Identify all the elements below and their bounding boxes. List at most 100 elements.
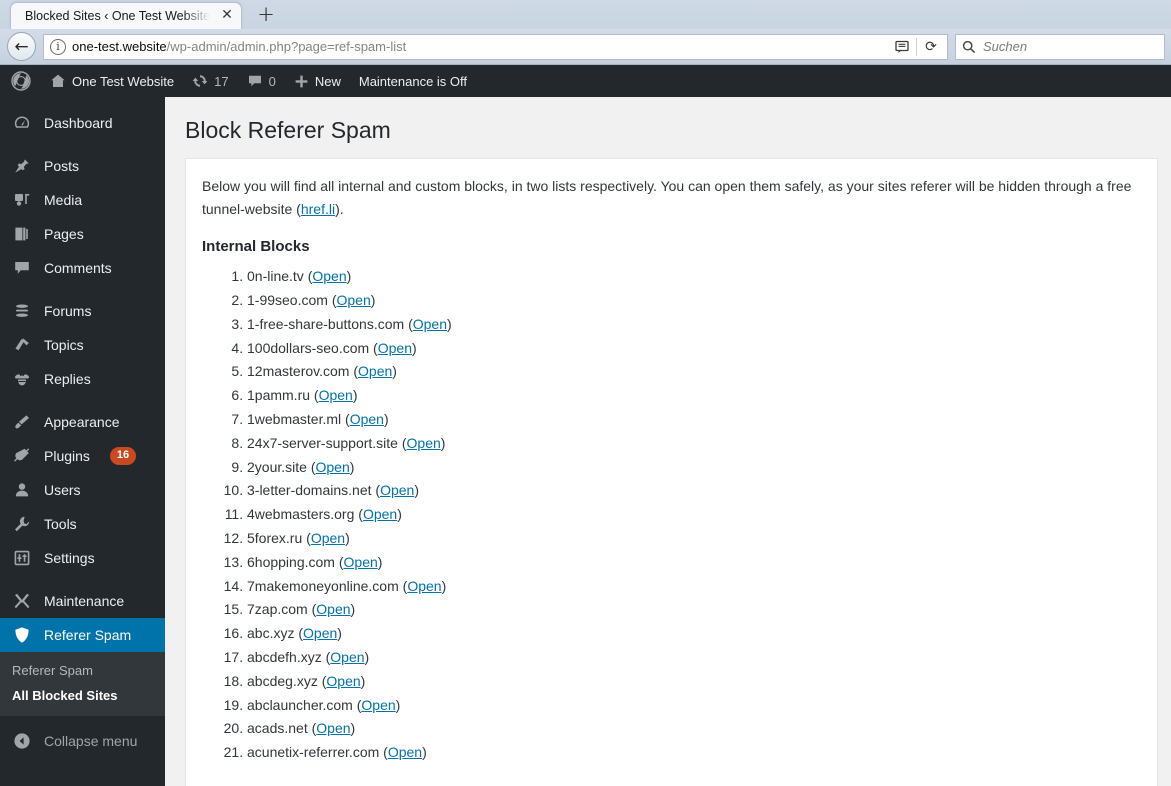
new-tab-icon[interactable]: + (254, 4, 278, 26)
sidebar-item-posts[interactable]: Posts (0, 149, 165, 183)
browser-chrome: Blocked Sites ‹ One Test Website ✕ + ← i… (0, 0, 1171, 65)
menu-spacer (0, 575, 165, 584)
open-link[interactable]: Open (363, 506, 397, 522)
open-link[interactable]: Open (316, 459, 350, 475)
topics-icon (12, 336, 32, 354)
site-name-menu[interactable]: One Test Website (41, 65, 183, 97)
href-li-link[interactable]: href.li (301, 201, 335, 217)
list-item: 4webmasters.org (Open) (247, 503, 1139, 527)
sidebar-item-forums[interactable]: Forums (0, 294, 165, 328)
comment-bubble-icon (247, 73, 263, 89)
sidebar-item-dashboard[interactable]: Dashboard (0, 106, 165, 140)
submenu-item-all-blocked-sites[interactable]: All Blocked Sites (0, 683, 165, 708)
sidebar-item-media[interactable]: Media (0, 183, 165, 217)
reader-mode-icon[interactable] (888, 35, 916, 59)
comment-icon (12, 259, 32, 277)
sidebar-item-comments[interactable]: Comments (0, 251, 165, 285)
open-link[interactable]: Open (316, 720, 350, 736)
open-link[interactable]: Open (361, 697, 395, 713)
referer-spam-submenu: Referer Spam All Blocked Sites (0, 652, 165, 716)
open-link[interactable]: Open (413, 316, 447, 332)
open-link[interactable]: Open (358, 363, 392, 379)
identity-info-icon[interactable]: i (50, 38, 66, 55)
blocked-site-domain: abcdeg.xyz (247, 672, 318, 689)
submenu-item-referer-spam[interactable]: Referer Spam (0, 658, 165, 683)
blocked-site-domain: 100dollars-seo.com (247, 339, 370, 356)
sidebar-item-maintenance[interactable]: Maintenance (0, 584, 165, 618)
user-icon (12, 481, 32, 499)
sidebar-item-label: Tools (44, 516, 77, 532)
open-link[interactable]: Open (388, 744, 422, 760)
sidebar-item-users[interactable]: Users (0, 473, 165, 507)
menu-spacer (0, 285, 165, 294)
search-icon (962, 40, 976, 54)
menu-spacer (0, 396, 165, 405)
open-link[interactable]: Open (407, 435, 441, 451)
sidebar-item-label: Comments (44, 260, 112, 276)
plus-icon (294, 74, 309, 89)
list-item: 1pamm.ru (Open) (247, 384, 1139, 408)
sidebar-item-topics[interactable]: Topics (0, 328, 165, 362)
wordpress-logo-icon[interactable] (0, 65, 41, 97)
sidebar-item-label: Appearance (44, 414, 120, 430)
open-link[interactable]: Open (312, 268, 346, 284)
sidebar-item-label: Pages (44, 226, 84, 242)
collapse-menu-button[interactable]: Collapse menu (0, 724, 165, 758)
list-item: 100dollars-seo.com (Open) (247, 337, 1139, 361)
blocked-site-domain: 7zap.com (247, 601, 308, 618)
content-card: Below you will find all internal and cus… (185, 157, 1158, 786)
plugins-update-badge: 16 (109, 447, 137, 465)
maintenance-label: Maintenance is Off (358, 73, 468, 89)
blocked-site-domain: 2your.site (247, 458, 307, 475)
open-link[interactable]: Open (319, 387, 353, 403)
pages-icon (12, 225, 32, 243)
sidebar-item-label: Replies (44, 371, 91, 387)
open-link[interactable]: Open (344, 554, 378, 570)
tab-title: Blocked Sites ‹ One Test Website (25, 9, 211, 23)
open-link[interactable]: Open (378, 340, 412, 356)
back-button[interactable]: ← (7, 32, 36, 61)
open-link[interactable]: Open (350, 411, 384, 427)
sidebar-item-pages[interactable]: Pages (0, 217, 165, 251)
reload-icon[interactable]: ⟳ (917, 35, 945, 59)
comments-menu[interactable]: 0 (238, 65, 285, 97)
list-item: acunetix-referrer.com (Open) (247, 741, 1139, 765)
blocked-site-domain: 3-letter-domains.net (247, 482, 372, 499)
list-item: abclauncher.com (Open) (247, 694, 1139, 718)
forums-icon (12, 302, 32, 320)
open-link[interactable]: Open (311, 530, 345, 546)
list-item: 6hopping.com (Open) (247, 551, 1139, 575)
updates-menu[interactable]: 17 (183, 65, 237, 97)
open-link[interactable]: Open (303, 625, 337, 641)
sidebar-item-settings[interactable]: Settings (0, 541, 165, 575)
url-host: one-test.website (72, 39, 167, 54)
blocked-site-domain: 5forex.ru (247, 530, 303, 546)
open-link[interactable]: Open (337, 292, 371, 308)
open-link[interactable]: Open (316, 601, 350, 617)
browser-tab[interactable]: Blocked Sites ‹ One Test Website ✕ (10, 2, 243, 29)
search-box[interactable]: Suchen (955, 33, 1165, 60)
list-item: 12masterov.com (Open) (247, 360, 1139, 384)
open-link[interactable]: Open (330, 649, 364, 665)
open-link[interactable]: Open (380, 482, 414, 498)
new-content-menu[interactable]: New (285, 65, 350, 97)
open-link[interactable]: Open (326, 673, 360, 689)
list-item: 1-99seo.com (Open) (247, 289, 1139, 313)
sidebar-item-label: Posts (44, 158, 80, 174)
blocked-site-domain: abcdefh.xyz (247, 648, 322, 665)
submenu-item-label: All Blocked Sites (12, 688, 118, 703)
sidebar-item-label: Maintenance (44, 593, 125, 609)
admin-wrapper: Dashboard Posts Media Pages Comments For… (0, 97, 1171, 786)
close-icon[interactable]: ✕ (219, 8, 235, 24)
address-bar[interactable]: i one-test.website/wp-admin/admin.php?pa… (43, 33, 948, 60)
open-link[interactable]: Open (407, 578, 441, 594)
maintenance-status[interactable]: Maintenance is Off (350, 65, 476, 97)
sidebar-item-appearance[interactable]: Appearance (0, 405, 165, 439)
intro-paragraph: Below you will find all internal and cus… (202, 175, 1137, 220)
sidebar-item-replies[interactable]: Replies (0, 362, 165, 396)
sidebar-item-tools[interactable]: Tools (0, 507, 165, 541)
list-item: abc.xyz (Open) (247, 622, 1139, 646)
sidebar-item-referer-spam[interactable]: Referer Spam (0, 618, 173, 652)
list-item: 24x7-server-support.site (Open) (247, 432, 1139, 456)
sidebar-item-plugins[interactable]: Plugins 16 (0, 439, 165, 473)
